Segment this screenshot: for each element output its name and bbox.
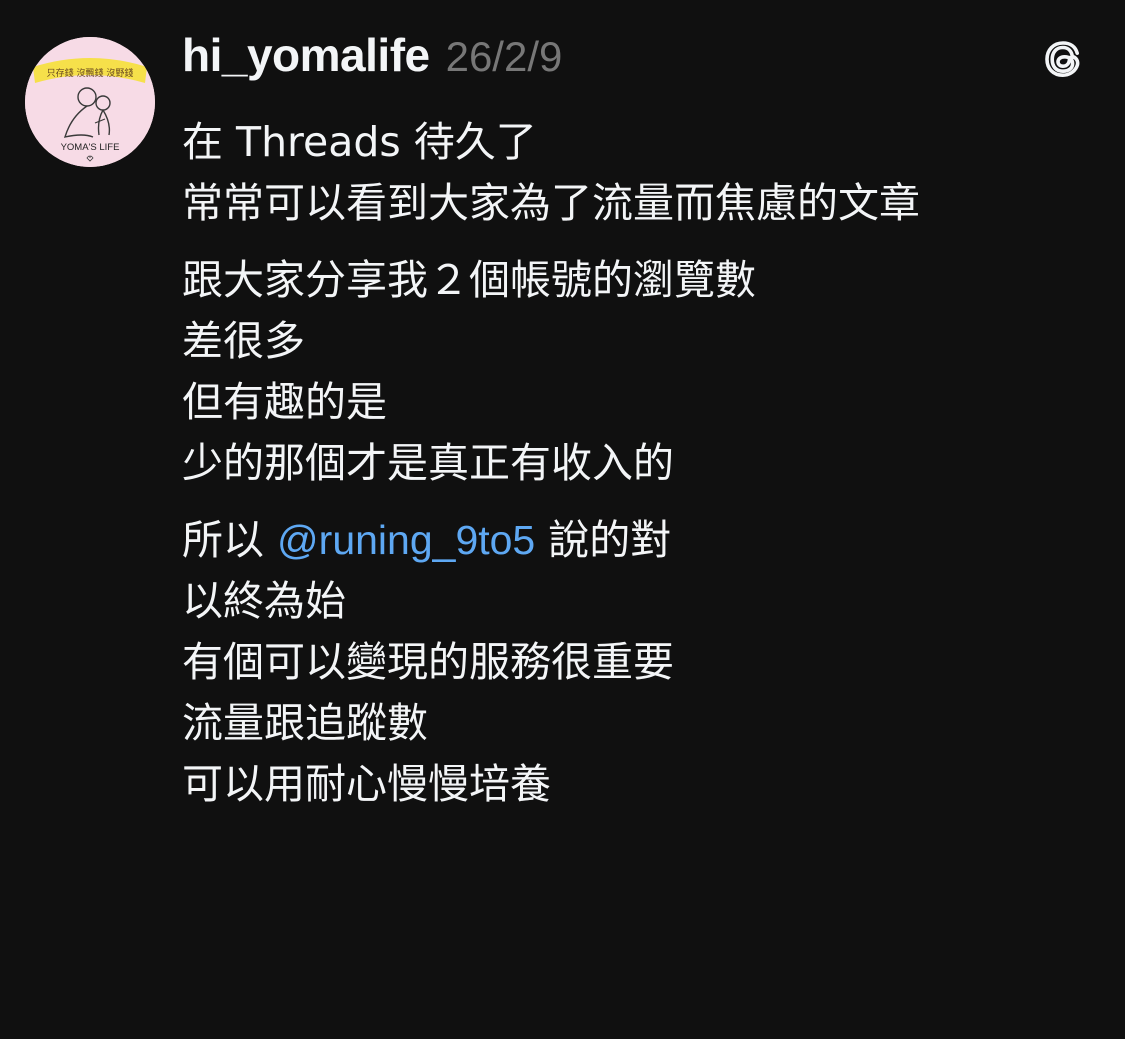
- post-line: 跟大家分享我２個帳號的瀏覽數: [182, 256, 756, 304]
- post-line: 可以用耐心慢慢培養: [182, 760, 551, 808]
- post-paragraph-3: 所以 @runing_9to5 說的對 以終為始 有個可以變現的服務很重要 流量…: [182, 510, 1082, 815]
- threads-logo-icon[interactable]: [1038, 34, 1088, 84]
- mention-suffix: 說的對: [535, 516, 672, 564]
- avatar-brand-text: YOMA'S LIFE: [61, 142, 120, 153]
- post-paragraph-1: 在 Threads 待久了 常常可以看到大家為了流量而焦慮的文章: [182, 112, 1082, 234]
- threads-logo-icon-graphic: [1045, 41, 1080, 77]
- post-paragraph-2: 跟大家分享我２個帳號的瀏覽數 差很多 但有趣的是 少的那個才是真正有收入的: [182, 250, 1082, 494]
- user-mention-link[interactable]: @runing_9to5: [277, 517, 535, 563]
- post-line: 差很多: [182, 317, 305, 365]
- post-line: 以終為始: [182, 577, 346, 625]
- post-body: 在 Threads 待久了 常常可以看到大家為了流量而焦慮的文章 跟大家分享我２…: [182, 112, 1082, 831]
- author-username[interactable]: hi_yomalife: [182, 28, 430, 82]
- post-line-with-mention: 所以 @runing_9to5 說的對: [182, 510, 1082, 571]
- post-timestamp: 26/2/9: [445, 33, 563, 80]
- mention-prefix: 所以: [182, 516, 278, 564]
- post-line: 但有趣的是: [182, 378, 387, 426]
- post-line: 常常可以看到大家為了流量而焦慮的文章: [182, 179, 920, 227]
- post-line: 在 Threads 待久了: [182, 118, 537, 166]
- avatar-banner-text: 只存錢 沒飄錢 沒野錢: [47, 67, 134, 79]
- avatar-illustration: 只存錢 沒飄錢 沒野錢 YOMA'S LIFE: [25, 37, 155, 167]
- post-line: 少的那個才是真正有收入的: [182, 439, 674, 487]
- author-avatar[interactable]: 只存錢 沒飄錢 沒野錢 YOMA'S LIFE: [25, 37, 155, 167]
- post-line: 流量跟追蹤數: [182, 699, 428, 747]
- post-header: hi_yomalife 26/2/9: [182, 28, 562, 98]
- post-line: 有個可以變現的服務很重要: [182, 638, 674, 686]
